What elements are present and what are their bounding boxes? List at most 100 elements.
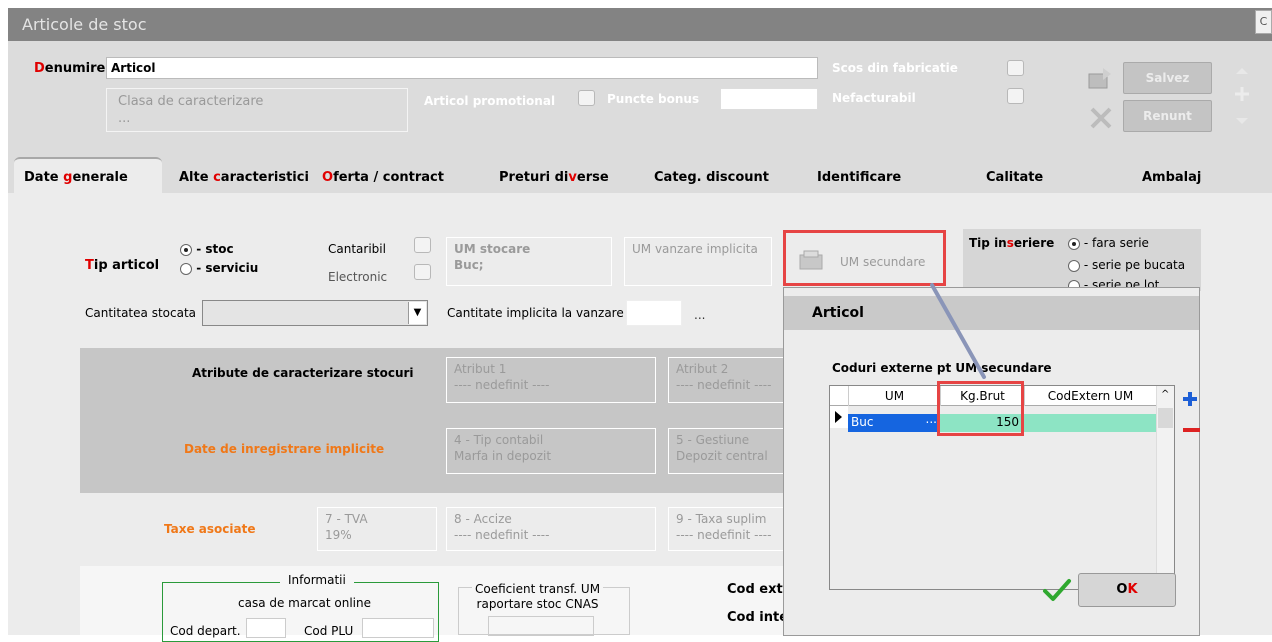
atribut1-field[interactable]: Atribut 1 ---- nedefinit ---- [446,357,656,403]
cancel-icon[interactable] [1089,106,1113,130]
tab-ambalaj[interactable]: Ambalaj [1142,170,1201,185]
accize-field[interactable]: 8 - Accize ---- nedefinit ---- [446,507,656,551]
electronic-checkbox[interactable] [414,264,431,280]
coeficient-input[interactable] [488,616,594,636]
scos-checkbox[interactable] [1007,60,1024,76]
gestiune-value: Depozit central [676,449,768,463]
radio-serviciu-icon[interactable] [180,262,192,275]
cell-codextern[interactable] [1024,414,1156,432]
radio-serie-bucata[interactable]: - serie pe bucata [1068,258,1185,272]
cod-extern-label: Cod ext [727,582,783,597]
atribut2-field[interactable]: Atribut 2 ---- nedefinit ---- [668,357,783,403]
atribut1-value: ---- nedefinit ---- [454,378,550,392]
clasa-label: Clasa de caracterizare [118,94,264,109]
tip-contabil-value: Marfa in depozit [454,449,552,463]
coeficient-line1: Coeficient transf. UM [475,582,601,596]
radio-serviciu[interactable]: - serviciu [180,261,258,275]
scroll-up-icon[interactable]: ^ [1161,389,1169,400]
salvez-button[interactable]: Salvez [1123,62,1212,94]
grid-scrollbar[interactable]: ^ v [1156,386,1174,589]
tva-value: 19% [325,528,352,542]
accize-label: 8 - Accize [454,512,512,526]
tab-alte-caracteristici[interactable]: Alte caracteristici [179,170,309,185]
tva-label: 7 - TVA [325,512,368,526]
radio-stoc[interactable]: - stoc [180,242,234,256]
corner-button[interactable]: C [1255,10,1272,34]
nefact-checkbox[interactable] [1007,88,1024,104]
window-title: Articole de stoc [8,8,1272,41]
add-row-icon[interactable] [1181,390,1199,408]
puncte-input[interactable] [720,88,818,110]
cantitatea-stocata-select[interactable]: ▼ [202,300,428,326]
save-icon[interactable] [1087,66,1113,90]
ellipsis-icon[interactable]: ... [926,412,937,426]
tip-contabil-label: 4 - Tip contabil [454,433,544,447]
scroll-thumb[interactable] [1158,408,1173,428]
atribut2-label: Atribut 2 [676,362,729,376]
cantaribil-checkbox[interactable] [414,237,431,253]
cod-intern-label: Cod inte [727,610,789,625]
cantaribil-label: Cantaribil [328,242,386,256]
tab-categ-discount[interactable]: Categ. discount [654,170,769,185]
promo-label: Articol promotional [424,94,556,108]
coeficient-label: Coeficient transf. UM raportare stoc CNAS [472,582,604,612]
um-stocare-value: Buc; [454,258,484,272]
promo-checkbox[interactable] [578,90,595,106]
accize-value: ---- nedefinit ---- [454,528,550,542]
radio-serie-bucata-icon[interactable] [1068,259,1080,272]
radio-fara-serie-icon[interactable] [1068,237,1080,250]
denumire-input[interactable]: Articol [106,57,818,79]
cant-implicita-label: Cantitate implicita la vanzare [447,306,624,320]
annotation-um-secundare [783,230,946,286]
gestiune-field[interactable]: 5 - Gestiune Depozit central [668,428,783,474]
annotation-kg-brut [937,381,1024,436]
radio-stoc-icon[interactable] [180,243,192,256]
side-arrows[interactable] [1232,64,1252,128]
cod-plu-input[interactable] [362,618,434,638]
col-um[interactable]: UM [848,386,940,406]
coeficient-line2: raportare stoc CNAS [476,597,599,611]
cod-depart-input[interactable] [246,618,286,638]
delete-row-icon[interactable] [1183,428,1200,432]
radio-serie-lot[interactable]: - serie pe lot [1068,278,1159,287]
clasa-value: ... [118,111,131,126]
tva-field[interactable]: 7 - TVA 19% [317,507,437,551]
cod-plu-label: Cod PLU [304,624,354,638]
informatii-label: Informatii [280,573,354,587]
tab-identificare[interactable]: Identificare [817,170,901,185]
tab-preturi-diverse[interactable]: Preturi diverse [499,170,609,185]
cod-depart-label: Cod depart. [170,624,241,638]
um-stocare-field[interactable]: UM stocare Buc; [446,237,612,286]
dialog-subtitle: Coduri externe pt UM secundare [832,361,1052,375]
tip-inseriere-label: Tip inseriere [969,236,1055,250]
date-inreg-label: Date de inregistrare implicite [184,442,385,456]
col-codextern[interactable]: CodExtern UM [1024,386,1156,406]
cant-implicita-input[interactable] [626,300,682,326]
cantitatea-stocata-label: Cantitatea stocata [85,306,196,320]
tip-articol-label: Tip articol [85,258,160,273]
taxa-suplim-value: ---- nedefinit ---- [676,528,772,542]
renunt-button[interactable]: Renunt [1123,100,1212,132]
electronic-label: Electronic [328,270,388,284]
dialog-title: Articol [812,305,864,321]
atribut2-value: ---- nedefinit ---- [676,378,772,392]
puncte-label: Puncte bonus [607,92,700,106]
radio-serie-lot-icon[interactable] [1068,279,1080,287]
cant-implicita-ellipsis[interactable]: ... [694,308,705,322]
ok-button[interactable]: OK [1078,573,1176,607]
gestiune-label: 5 - Gestiune [676,433,750,447]
clasa-field[interactable]: Clasa de caracterizare ... [106,88,408,132]
cell-um[interactable]: Buc [851,415,873,429]
tab-calitate[interactable]: Calitate [986,170,1043,185]
row-indicator [830,406,848,428]
taxa-suplim-field[interactable]: 9 - Taxa suplim ---- nedefinit ---- [668,507,783,551]
radio-fara-serie[interactable]: - fara serie [1068,236,1149,250]
um-vanzare-field[interactable]: UM vanzare implicita [624,237,772,286]
tab-date-generale[interactable]: Date generale [24,170,128,185]
scos-label: Scos din fabricatie [832,61,958,75]
tip-contabil-field[interactable]: 4 - Tip contabil Marfa in depozit [446,428,656,474]
casa-label: casa de marcat online [238,596,371,610]
tab-oferta-contract[interactable]: Oferta / contract [322,170,444,185]
chevron-down-icon[interactable]: ▼ [408,302,426,324]
table-row[interactable]: Buc... [848,412,940,432]
